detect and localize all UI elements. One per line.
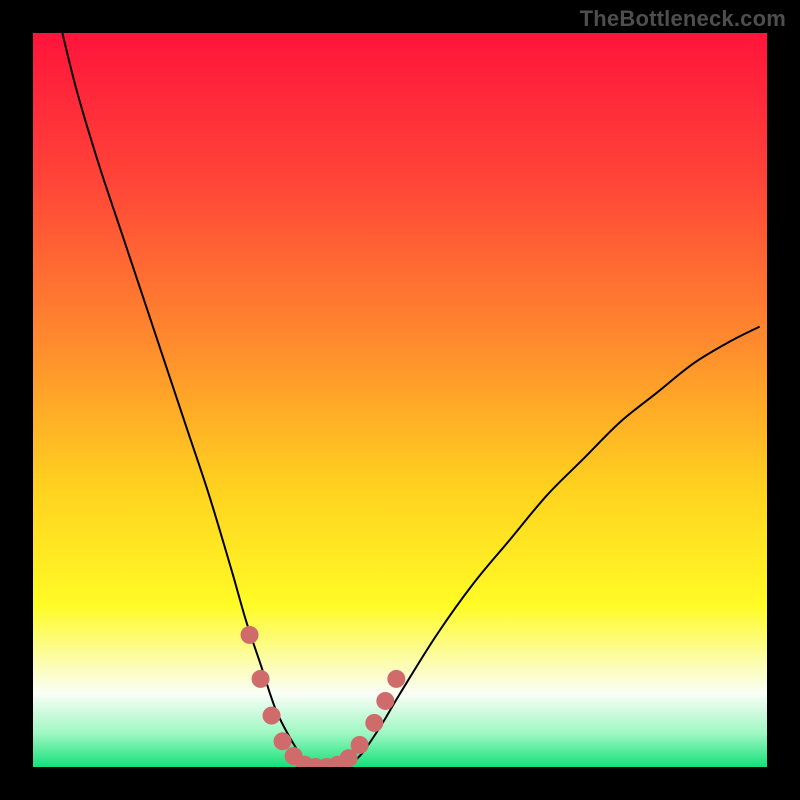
highlight-dot (263, 707, 281, 725)
gradient-background (33, 33, 767, 767)
plot-area (33, 33, 767, 767)
chart-container: TheBottleneck.com (0, 0, 800, 800)
highlight-dot (387, 670, 405, 688)
bottleneck-chart (33, 33, 767, 767)
watermark-label: TheBottleneck.com (580, 6, 786, 32)
highlight-dot (241, 626, 259, 644)
highlight-dot (274, 732, 292, 750)
highlight-dot (351, 736, 369, 754)
highlight-dot (252, 670, 270, 688)
highlight-dot (376, 692, 394, 710)
highlight-dot (365, 714, 383, 732)
